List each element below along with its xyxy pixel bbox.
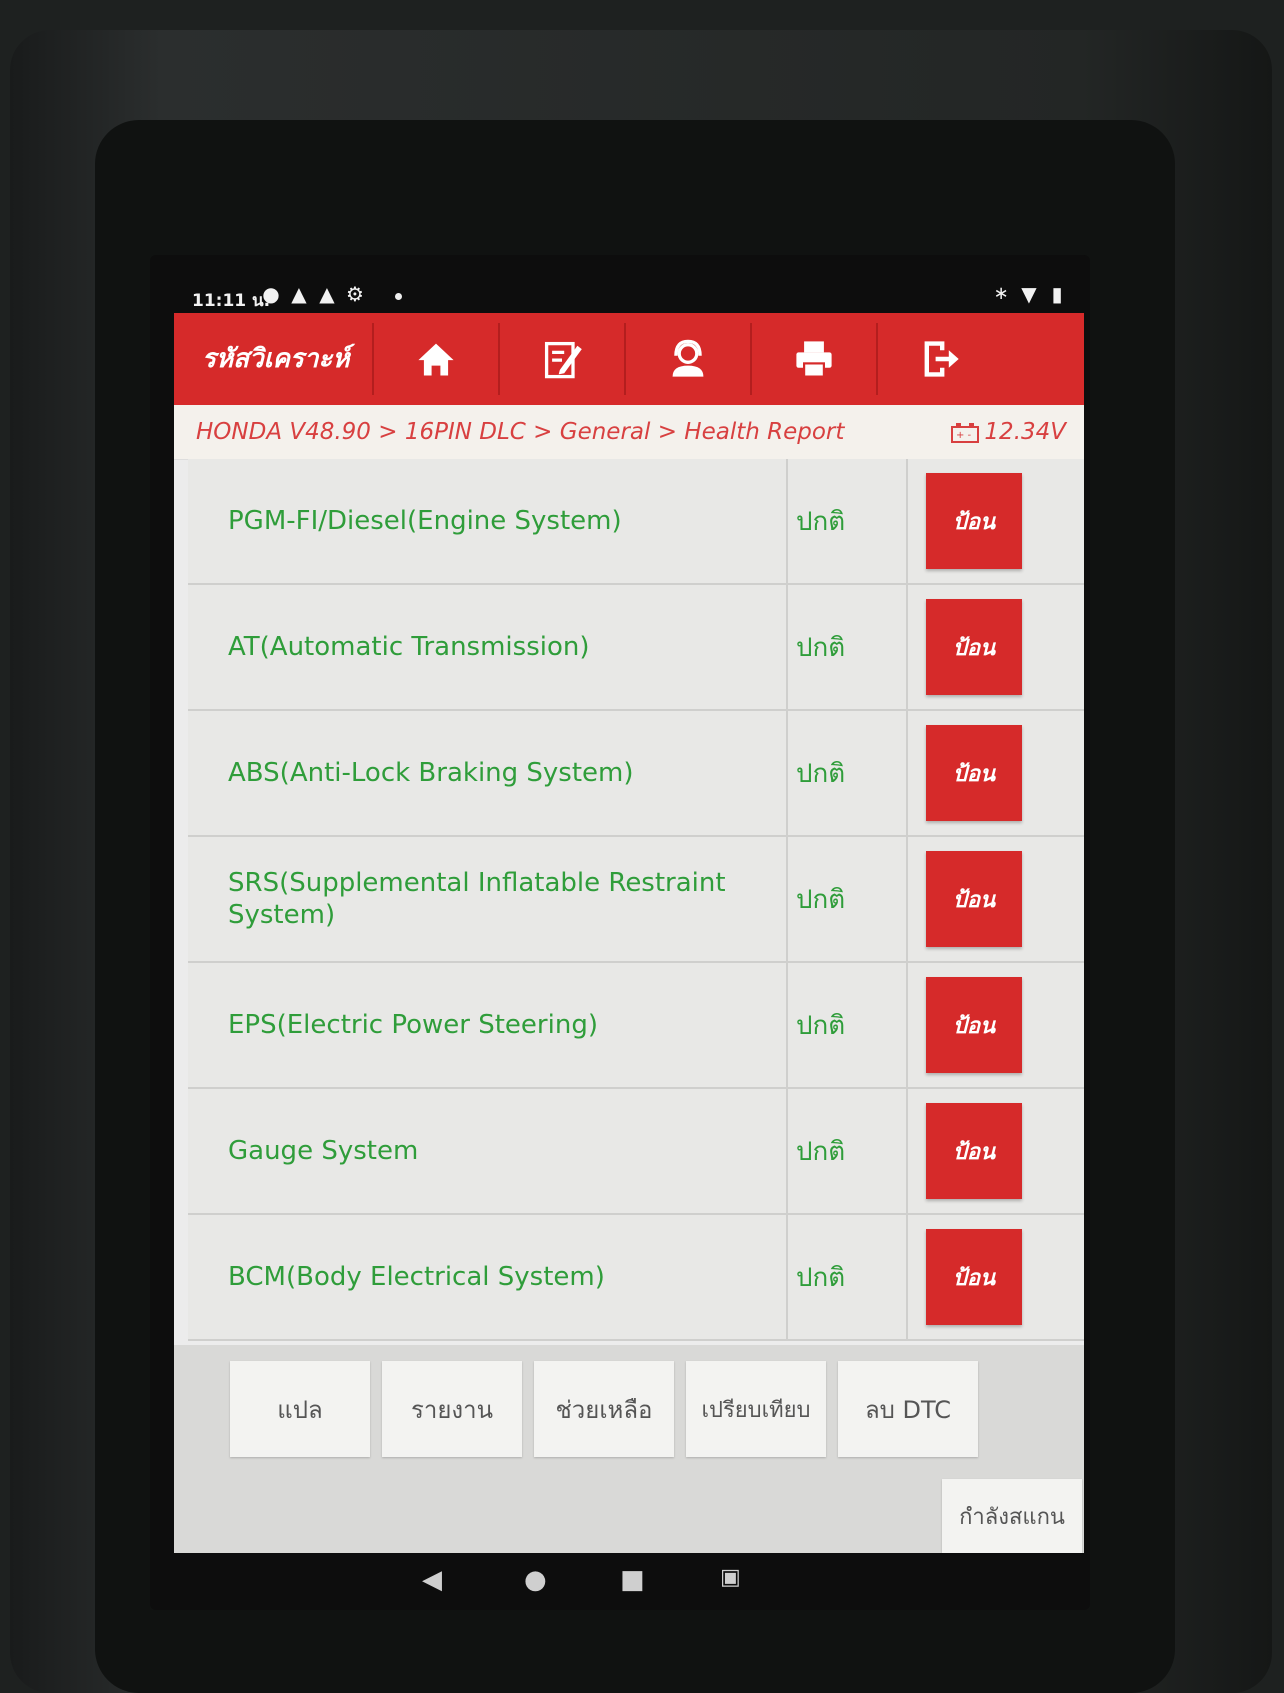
system-name: ABS(Anti-Lock Braking System) [188, 711, 788, 835]
clock: 11:11 น. [192, 291, 271, 311]
svg-text:+ -: + - [956, 430, 972, 441]
system-status: ปกติ [788, 459, 908, 583]
settings-icon: ⚙ [346, 282, 364, 306]
system-status: ปกติ [788, 1215, 908, 1339]
screenshot-icon[interactable]: ▣ [720, 1565, 741, 1590]
enter-button[interactable]: ป้อน [926, 977, 1022, 1073]
scanning-button[interactable]: กำลังสแกน [942, 1479, 1082, 1553]
system-name: PGM-FI/Diesel(Engine System) [188, 459, 788, 583]
system-name: BCM(Body Electrical System) [188, 1215, 788, 1339]
info-circle-icon: ● [262, 282, 280, 306]
enter-button[interactable]: ป้อน [926, 599, 1022, 695]
system-status: ปกติ [788, 1089, 908, 1213]
system-name: SRS(Supplemental Inflatable Restraint Sy… [188, 837, 788, 961]
recents-icon[interactable]: ■ [620, 1565, 645, 1595]
system-row: Gauge System ปกติ ป้อน [188, 1089, 1084, 1215]
system-row: ABS(Anti-Lock Braking System) ปกติ ป้อน [188, 711, 1084, 837]
android-nav-bar: ◀ ● ■ ▣ [150, 1553, 1090, 1610]
clear-dtc-button[interactable]: ลบ DTC [838, 1361, 978, 1457]
system-name: Gauge System [188, 1089, 788, 1213]
wifi-icon: ▼ [1021, 282, 1037, 306]
system-status: ปกติ [788, 837, 908, 961]
system-row: SRS(Supplemental Inflatable Restraint Sy… [188, 837, 1084, 963]
status-bar: 11:11 น. ● ▲ ▲ ⚙ ∗ ▼ ▮ [150, 255, 1090, 313]
voltage-value: 12.34V [984, 419, 1066, 445]
print-icon [796, 341, 832, 378]
breadcrumb-bar: HONDA V48.90 > 16PIN DLC > General > Hea… [174, 405, 1084, 460]
breadcrumb: HONDA V48.90 > 16PIN DLC > General > Hea… [196, 419, 845, 445]
notification-dot [395, 293, 402, 300]
title-bar: รหัสวิเคราะห์ [174, 313, 1084, 405]
home-button[interactable] [372, 323, 498, 395]
help-button[interactable]: ช่วยเหลือ [534, 1361, 674, 1457]
report-button[interactable]: รายงาน [382, 1361, 522, 1457]
app-title: รหัสวิเคราะห์ [202, 344, 350, 374]
warning-icon: ▲ [291, 282, 307, 306]
device-screen: 11:11 น. ● ▲ ▲ ⚙ ∗ ▼ ▮ รหัสวิเคราะห์ HON… [150, 255, 1090, 1610]
warning-icon: ▲ [319, 282, 335, 306]
exit-icon [924, 341, 959, 377]
print-button[interactable] [750, 323, 876, 395]
system-row: BCM(Body Electrical System) ปกติ ป้อน [188, 1215, 1084, 1341]
enter-button[interactable]: ป้อน [926, 725, 1022, 821]
system-name: AT(Automatic Transmission) [188, 585, 788, 709]
battery-icon: ▮ [1051, 282, 1063, 306]
system-status: ปกติ [788, 963, 908, 1087]
enter-button[interactable]: ป้อน [926, 1229, 1022, 1325]
system-list: PGM-FI/Diesel(Engine System) ปกติ ป้อน A… [188, 459, 1084, 1341]
bluetooth-icon: ∗ [993, 283, 1009, 304]
system-status: ปกติ [788, 711, 908, 835]
enter-button[interactable]: ป้อน [926, 1103, 1022, 1199]
car-battery-icon: + - [951, 422, 980, 443]
support-icon [672, 339, 704, 377]
compare-button[interactable]: เปรียบเทียบ [686, 1361, 826, 1457]
edit-icon [544, 341, 582, 379]
system-row: EPS(Electric Power Steering) ปกติ ป้อน [188, 963, 1084, 1089]
battery-voltage: + - 12.34V [950, 405, 1066, 459]
home-icon [418, 343, 454, 376]
back-icon[interactable]: ◀ [422, 1565, 442, 1595]
edit-button[interactable] [498, 323, 624, 395]
exit-button[interactable] [876, 323, 1002, 395]
system-status: ปกติ [788, 585, 908, 709]
system-name: EPS(Electric Power Steering) [188, 963, 788, 1087]
support-button[interactable] [624, 323, 750, 395]
translate-button[interactable]: แปล [230, 1361, 370, 1457]
system-row: PGM-FI/Diesel(Engine System) ปกติ ป้อน [188, 459, 1084, 585]
system-row: AT(Automatic Transmission) ปกติ ป้อน [188, 585, 1084, 711]
enter-button[interactable]: ป้อน [926, 473, 1022, 569]
enter-button[interactable]: ป้อน [926, 851, 1022, 947]
action-bar: แปล รายงาน ช่วยเหลือ เปรียบเทียบ ลบ DTC … [174, 1345, 1084, 1553]
diagnostic-app: รหัสวิเคราะห์ HONDA V48.90 > 16PIN DLC >… [174, 313, 1084, 1553]
home-circle-icon[interactable]: ● [524, 1565, 547, 1595]
